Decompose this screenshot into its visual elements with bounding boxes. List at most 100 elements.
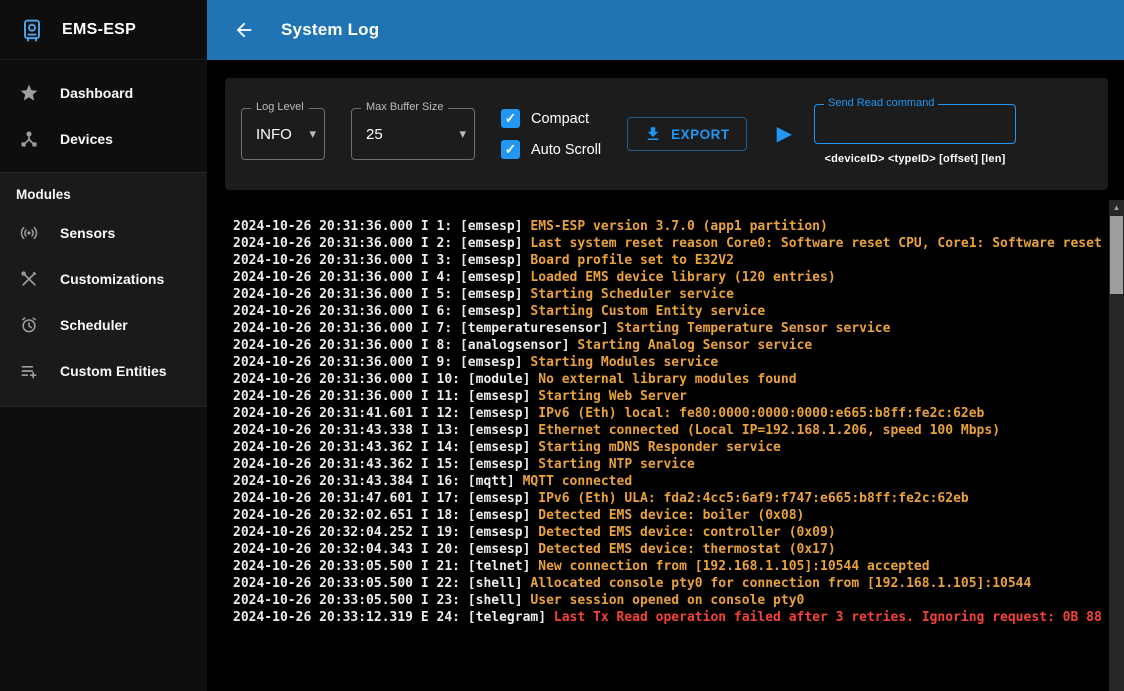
log-line-message: Last Tx Read operation failed after 3 re…	[554, 610, 1102, 625]
send-read-field-group: Send Read command <deviceID> <typeID> [o…	[814, 104, 1016, 165]
log-line-prefix: 2024-10-26 20:31:47.601 I 17: [emsesp]	[233, 491, 538, 506]
log-line: 2024-10-26 20:31:47.601 I 17: [emsesp] I…	[233, 490, 1105, 507]
sidebar-item-custom-entities[interactable]: Custom Entities	[0, 348, 207, 394]
export-button[interactable]: EXPORT	[627, 117, 747, 151]
playlist-add-icon	[18, 360, 40, 382]
log-line: 2024-10-26 20:31:36.000 I 9: [emsesp] St…	[233, 354, 1105, 371]
log-controls-card: Log Level INFO ▾ Max Buffer Size 25 ▾ Co…	[225, 78, 1108, 190]
modules-section-header: Modules	[0, 177, 207, 210]
log-line: 2024-10-26 20:31:43.362 I 15: [emsesp] S…	[233, 456, 1105, 473]
max-buffer-size-value: 25	[366, 126, 383, 143]
sidebar-item-scheduler[interactable]: Scheduler	[0, 302, 207, 348]
log-line: 2024-10-26 20:31:41.601 I 12: [emsesp] I…	[233, 405, 1105, 422]
log-line: 2024-10-26 20:31:36.000 I 8: [analogsens…	[233, 337, 1105, 354]
log-line-message: No external library modules found	[538, 372, 796, 387]
log-toggles: Compact Auto Scroll	[501, 109, 601, 159]
log-line: 2024-10-26 20:31:36.000 I 2: [emsesp] La…	[233, 235, 1105, 252]
log-line-prefix: 2024-10-26 20:33:05.500 I 23: [shell]	[233, 593, 530, 608]
log-line-message: Starting Custom Entity service	[530, 304, 765, 319]
log-line: 2024-10-26 20:32:04.343 I 20: [emsesp] D…	[233, 541, 1105, 558]
sidebar-item-label: Sensors	[60, 225, 115, 241]
chevron-down-icon: ▾	[309, 126, 316, 142]
star-icon	[18, 82, 40, 104]
scrollbar-thumb[interactable]	[1110, 216, 1123, 294]
log-line-message: Detected EMS device: thermostat (0x17)	[538, 542, 835, 557]
page-title: System Log	[281, 20, 379, 40]
log-viewport[interactable]: 2024-10-26 20:31:36.000 I 1: [emsesp] EM…	[207, 200, 1109, 691]
max-buffer-size-label: Max Buffer Size	[361, 101, 448, 113]
log-line: 2024-10-26 20:33:05.500 I 21: [telnet] N…	[233, 558, 1105, 575]
app-root: EMS-ESP Dashboard Devices	[0, 0, 1124, 691]
log-line: 2024-10-26 20:31:36.000 I 4: [emsesp] Lo…	[233, 269, 1105, 286]
compact-checkbox[interactable]	[501, 109, 520, 128]
log-line: 2024-10-26 20:33:05.500 I 22: [shell] Al…	[233, 575, 1105, 592]
log-line-message: Starting Modules service	[530, 355, 718, 370]
sidebar-item-label: Scheduler	[60, 317, 128, 333]
sidebar-item-dashboard[interactable]: Dashboard	[0, 70, 207, 116]
log-line-message: Board profile set to E32V2	[530, 253, 734, 268]
sidebar-item-label: Devices	[60, 131, 113, 147]
log-line-message: Allocated console pty0 for connection fr…	[530, 576, 1031, 591]
log-line-message: New connection from [192.168.1.105]:1054…	[538, 559, 929, 574]
log-line-prefix: 2024-10-26 20:31:36.000 I 5: [emsesp]	[233, 287, 530, 302]
log-line-prefix: 2024-10-26 20:31:36.000 I 1: [emsesp]	[233, 219, 530, 234]
modules-section: Modules Sensors	[0, 172, 207, 407]
log-line: 2024-10-26 20:31:36.000 I 10: [module] N…	[233, 371, 1105, 388]
send-read-label: Send Read command	[824, 97, 938, 109]
log-line-message: EMS-ESP version 3.7.0 (app1 partition)	[530, 219, 827, 234]
log-line-prefix: 2024-10-26 20:32:04.252 I 19: [emsesp]	[233, 525, 538, 540]
log-line-prefix: 2024-10-26 20:33:05.500 I 22: [shell]	[233, 576, 530, 591]
log-line-prefix: 2024-10-26 20:33:12.319 E 24: [telegram]	[233, 610, 554, 625]
compact-toggle[interactable]: Compact	[501, 109, 601, 128]
export-label: EXPORT	[671, 127, 730, 142]
sidebar-item-sensors[interactable]: Sensors	[0, 210, 207, 256]
log-line: 2024-10-26 20:31:36.000 I 5: [emsesp] St…	[233, 286, 1105, 303]
log-line-prefix: 2024-10-26 20:31:36.000 I 3: [emsesp]	[233, 253, 530, 268]
auto-scroll-label: Auto Scroll	[531, 142, 601, 158]
log-line: 2024-10-26 20:32:04.252 I 19: [emsesp] D…	[233, 524, 1105, 541]
sidebar-nav: Dashboard Devices	[0, 60, 207, 162]
scroll-up-icon[interactable]: ▲	[1109, 200, 1124, 215]
log-line: 2024-10-26 20:31:43.338 I 13: [emsesp] E…	[233, 422, 1105, 439]
auto-scroll-checkbox[interactable]	[501, 140, 520, 159]
sidebar: EMS-ESP Dashboard Devices	[0, 0, 207, 691]
sidebar-item-label: Customizations	[60, 271, 164, 287]
log-line: 2024-10-26 20:31:36.000 I 6: [emsesp] St…	[233, 303, 1105, 320]
log-line: 2024-10-26 20:31:36.000 I 1: [emsesp] EM…	[233, 218, 1105, 235]
sidebar-item-customizations[interactable]: Customizations	[0, 256, 207, 302]
send-command-play-button[interactable]: ▶	[777, 124, 792, 144]
log-scrollbar[interactable]: ▲	[1109, 200, 1124, 691]
log-line: 2024-10-26 20:32:02.651 I 18: [emsesp] D…	[233, 507, 1105, 524]
back-button[interactable]	[231, 17, 257, 43]
clock-icon	[18, 314, 40, 336]
log-line-message: Starting Web Server	[538, 389, 687, 404]
log-line-message: IPv6 (Eth) ULA: fda2:4cc5:6af9:f747:e665…	[538, 491, 968, 506]
max-buffer-size-select[interactable]: Max Buffer Size 25 ▾	[351, 108, 475, 160]
log-line-prefix: 2024-10-26 20:31:41.601 I 12: [emsesp]	[233, 406, 538, 421]
log-line: 2024-10-26 20:31:36.000 I 11: [emsesp] S…	[233, 388, 1105, 405]
sidebar-item-label: Custom Entities	[60, 363, 167, 379]
send-read-input[interactable]	[814, 104, 1016, 144]
log-line: 2024-10-26 20:31:43.362 I 14: [emsesp] S…	[233, 439, 1105, 456]
sensors-icon	[18, 222, 40, 244]
log-line: 2024-10-26 20:31:36.000 I 3: [emsesp] Bo…	[233, 252, 1105, 269]
log-line-prefix: 2024-10-26 20:31:36.000 I 8: [analogsens…	[233, 338, 577, 353]
devices-icon	[18, 128, 40, 150]
log-line-prefix: 2024-10-26 20:31:43.338 I 13: [emsesp]	[233, 423, 538, 438]
log-line-message: IPv6 (Eth) local: fe80:0000:0000:0000:e6…	[538, 406, 984, 421]
log-line-prefix: 2024-10-26 20:32:02.651 I 18: [emsesp]	[233, 508, 538, 523]
log-line-message: Starting NTP service	[538, 457, 695, 472]
sidebar-item-label: Dashboard	[60, 85, 133, 101]
log-line: 2024-10-26 20:33:05.500 I 23: [shell] Us…	[233, 592, 1105, 609]
app-logo-row: EMS-ESP	[0, 0, 207, 60]
log-line-prefix: 2024-10-26 20:31:36.000 I 6: [emsesp]	[233, 304, 530, 319]
download-icon	[644, 125, 662, 143]
log-level-select[interactable]: Log Level INFO ▾	[241, 108, 325, 160]
log-line-message: Starting Analog Sensor service	[577, 338, 812, 353]
auto-scroll-toggle[interactable]: Auto Scroll	[501, 140, 601, 159]
log-line-prefix: 2024-10-26 20:31:36.000 I 7: [temperatur…	[233, 321, 617, 336]
log-line-prefix: 2024-10-26 20:31:43.362 I 15: [emsesp]	[233, 457, 538, 472]
main-content: Log Level INFO ▾ Max Buffer Size 25 ▾ Co…	[207, 60, 1124, 691]
log-level-value: INFO	[256, 126, 292, 143]
sidebar-item-devices[interactable]: Devices	[0, 116, 207, 162]
